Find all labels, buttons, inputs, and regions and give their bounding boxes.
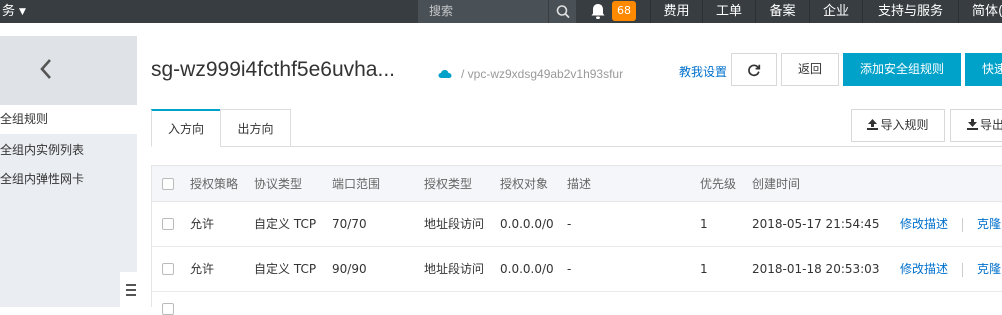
- search-input[interactable]: 搜索: [429, 0, 453, 23]
- sidebar-item-network-interfaces[interactable]: 全组内弹性网卡: [0, 165, 137, 194]
- add-rule-button[interactable]: 添加安全组规则: [843, 53, 961, 86]
- column-header-protocol: 协议类型: [254, 177, 303, 191]
- cell-auth-object: 0.0.0.0/0: [500, 262, 554, 276]
- page-title: sg-wz999i4fcthf5e6uvha...: [151, 58, 395, 81]
- table-row-partial: [152, 292, 1002, 315]
- column-header-description: 描述: [567, 177, 592, 191]
- download-icon: [967, 119, 978, 130]
- bell-icon: [591, 4, 605, 19]
- clone-link[interactable]: 克隆: [977, 247, 1001, 292]
- edit-description-link[interactable]: 修改描述: [900, 247, 948, 292]
- back-text-button[interactable]: 返回: [781, 53, 839, 86]
- products-menu[interactable]: 务 ▼: [0, 0, 26, 23]
- sidebar-item-security-group-rules[interactable]: 全组规则: [0, 105, 137, 134]
- notification-count-badge: 68: [612, 1, 636, 21]
- refresh-button[interactable]: [731, 53, 777, 86]
- tab-outbound[interactable]: 出方向: [220, 109, 291, 147]
- nav-tickets[interactable]: 工单: [702, 0, 755, 23]
- table-row: 允许 自定义 TCP 90/90 地址段访问 0.0.0.0/0 - 1 201…: [152, 247, 1002, 292]
- chevron-left-icon: [40, 59, 51, 79]
- upload-icon: [867, 119, 879, 130]
- import-rules-button[interactable]: 导入规则: [851, 109, 945, 142]
- export-label: 导出: [980, 118, 1002, 132]
- table-header: 授权策略 协议类型 端口范围 授权类型 授权对象 描述 优先级 创建时间: [152, 166, 1002, 202]
- cell-priority: 1: [700, 217, 708, 231]
- notification-bell[interactable]: [588, 2, 608, 21]
- cell-protocol: 自定义 TCP: [254, 217, 317, 231]
- menu-icon: [126, 284, 136, 296]
- caret-down-icon: ▼: [19, 7, 26, 17]
- column-header-port-range: 端口范围: [332, 177, 381, 191]
- nav-enterprise[interactable]: 企业: [809, 0, 862, 23]
- cell-port-range: 70/70: [332, 217, 367, 231]
- refresh-icon: [748, 64, 761, 77]
- column-header-auth-type: 授权类型: [424, 177, 473, 191]
- vpc-cloud-icon: [438, 68, 452, 82]
- column-header-priority: 优先级: [700, 177, 737, 191]
- sidebar: 全组规则 全组内实例列表 全组内弹性网卡: [0, 36, 137, 307]
- products-menu-label: 务: [2, 4, 16, 19]
- cell-port-range: 90/90: [332, 262, 367, 276]
- nav-support[interactable]: 支持与服务: [862, 0, 958, 23]
- cell-description: -: [567, 217, 572, 231]
- search-box: 搜索: [418, 0, 576, 23]
- row-checkbox[interactable]: [162, 303, 174, 315]
- search-button[interactable]: [548, 0, 576, 23]
- nav-language[interactable]: 简体(: [958, 0, 1002, 23]
- edit-description-link[interactable]: 修改描述: [900, 202, 948, 247]
- quick-create-button[interactable]: 快速: [965, 53, 1002, 86]
- cell-auth-type: 地址段访问: [424, 217, 485, 231]
- sidebar-item-instances[interactable]: 全组内实例列表: [0, 136, 137, 165]
- cell-created-time: 2018-05-17 21:54:45: [752, 217, 880, 231]
- clone-link[interactable]: 克隆: [977, 202, 1001, 247]
- sidebar-collapse-toggle[interactable]: [120, 272, 137, 307]
- cell-created-time: 2018-01-18 20:53:03: [752, 262, 880, 276]
- cell-policy: 允许: [190, 262, 215, 276]
- column-header-auth-object: 授权对象: [500, 177, 549, 191]
- vpc-id[interactable]: / vpc-wz9xdsg49ab2v1h93sfur: [461, 67, 623, 81]
- export-button[interactable]: 导出: [950, 109, 1002, 142]
- tab-inbound[interactable]: 入方向: [151, 109, 221, 147]
- column-header-policy: 授权策略: [190, 177, 239, 191]
- rules-table: 授权策略 协议类型 端口范围 授权类型 授权对象 描述 优先级 创建时间 允许 …: [151, 165, 1002, 315]
- cell-protocol: 自定义 TCP: [254, 262, 317, 276]
- table-row: 允许 自定义 TCP 70/70 地址段访问 0.0.0.0/0 - 1 201…: [152, 202, 1002, 247]
- cell-priority: 1: [700, 262, 708, 276]
- nav-icp[interactable]: 备案: [755, 0, 809, 23]
- cell-auth-object: 0.0.0.0/0: [500, 217, 554, 231]
- action-separator: [962, 263, 963, 277]
- cell-description: -: [567, 262, 572, 276]
- back-button[interactable]: [0, 36, 137, 105]
- help-setup-link[interactable]: 教我设置: [679, 63, 727, 80]
- import-rules-label: 导入规则: [880, 118, 929, 132]
- row-checkbox[interactable]: [162, 263, 174, 275]
- nav-billing[interactable]: 费用: [650, 0, 702, 23]
- cell-policy: 允许: [190, 217, 215, 231]
- select-all-checkbox[interactable]: [162, 178, 174, 190]
- top-bar: 务 ▼ 搜索 68 费用 工单 备案 企业 支持与服务 简体(: [0, 0, 1002, 23]
- search-icon: [556, 5, 570, 18]
- action-separator: [962, 218, 963, 232]
- row-checkbox[interactable]: [162, 218, 174, 230]
- cell-auth-type: 地址段访问: [424, 262, 485, 276]
- column-header-created-time: 创建时间: [752, 177, 801, 191]
